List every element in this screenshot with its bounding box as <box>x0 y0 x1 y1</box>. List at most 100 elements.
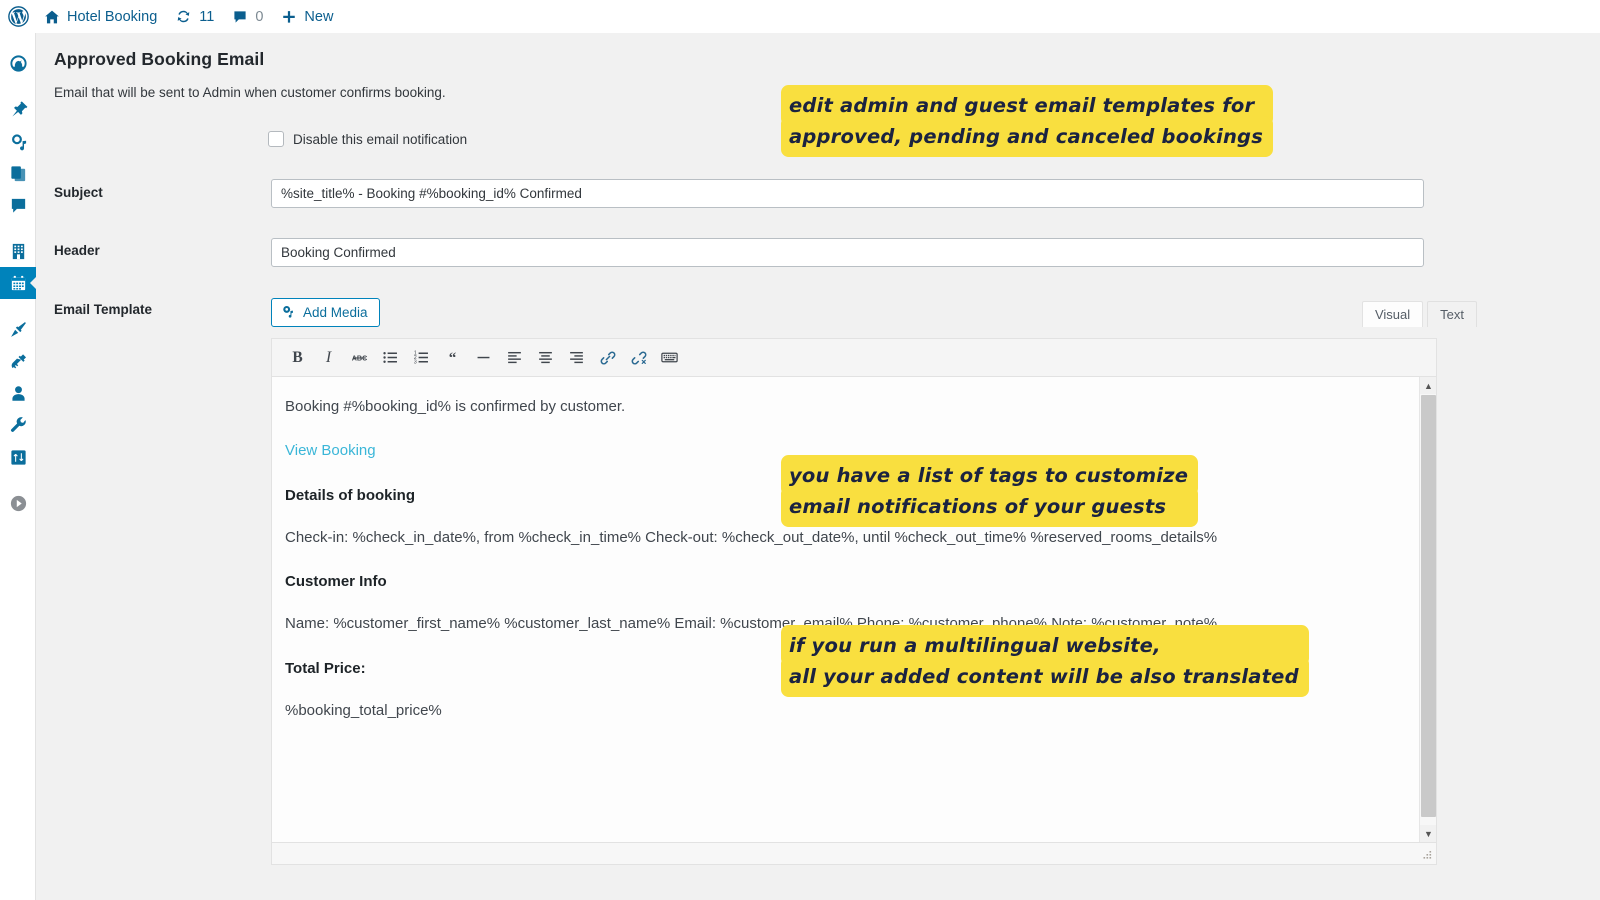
sidebar-item-appearance[interactable] <box>0 313 36 345</box>
menu-spacer-1 <box>0 79 35 93</box>
comments-count: 0 <box>255 8 264 25</box>
editor-scrollbar[interactable]: ▲ ▼ <box>1419 377 1436 842</box>
scroll-down-arrow-icon[interactable]: ▼ <box>1420 825 1436 842</box>
sliders-icon <box>9 448 28 467</box>
wordpress-logo-icon <box>8 6 29 27</box>
add-media-icon <box>281 304 296 322</box>
header-input[interactable] <box>271 238 1424 267</box>
sidebar-item-plugins[interactable] <box>0 345 36 377</box>
admin-sidebar-menu <box>0 33 37 900</box>
brush-icon <box>9 320 28 339</box>
sidebar-item-media[interactable] <box>0 125 36 157</box>
menu-spacer-top <box>0 33 35 47</box>
comments-menu[interactable]: 0 <box>223 0 272 33</box>
sidebar-item-bookings[interactable] <box>0 267 37 299</box>
new-content-label: New <box>304 8 334 25</box>
play-circle-icon <box>9 494 28 513</box>
customer-email-line: Email: %customer_email% <box>674 615 853 633</box>
active-menu-arrow <box>30 276 37 290</box>
pages-icon <box>9 164 28 183</box>
sidebar-item-settings[interactable] <box>0 441 36 473</box>
italic-button[interactable]: I <box>313 343 344 373</box>
add-media-label: Add Media <box>303 305 368 320</box>
updates-menu[interactable]: 11 <box>166 0 223 33</box>
plug-icon <box>9 352 28 371</box>
editor-resize-handle[interactable] <box>1420 849 1433 862</box>
blockquote-button[interactable]: “ <box>437 343 468 373</box>
horizontal-rule-button[interactable] <box>468 343 499 373</box>
sidebar-item-users[interactable] <box>0 377 36 409</box>
site-name-label: Hotel Booking <box>67 8 158 25</box>
editor-toolbar: B I ABC 123 “ <box>271 338 1437 376</box>
customer-note-line: Note: %customer_note% <box>1051 615 1218 633</box>
subject-label: Subject <box>54 185 103 200</box>
email-template-label: Email Template <box>54 302 153 317</box>
building-icon <box>9 242 28 261</box>
reserved-rooms-line: %reserved_rooms_details% <box>1030 528 1218 546</box>
page-description: Email that will be sent to Admin when cu… <box>54 85 446 100</box>
admin-bar: Hotel Booking 11 0 New <box>0 0 1600 33</box>
sidebar-item-accommodation[interactable] <box>0 235 36 267</box>
align-right-button[interactable] <box>561 343 592 373</box>
page-title: Approved Booking Email <box>54 49 265 69</box>
intro-paragraph: Booking #%booking_id% is confirmed by cu… <box>285 398 626 415</box>
header-label: Header <box>54 243 100 258</box>
align-left-button[interactable] <box>499 343 530 373</box>
update-icon <box>175 8 192 25</box>
total-price-value: %booking_total_price% <box>285 701 442 719</box>
new-content-menu[interactable]: New <box>272 0 342 33</box>
check-out-line: Check-out: %check_out_date%, until %chec… <box>645 528 1027 546</box>
strikethrough-button[interactable]: ABC <box>344 343 375 373</box>
numbered-list-button[interactable]: 123 <box>406 343 437 373</box>
site-name-menu[interactable]: Hotel Booking <box>35 0 166 33</box>
customer-phone-line: Phone: %customer_phone% <box>856 615 1048 633</box>
svg-text:ABC: ABC <box>352 355 367 363</box>
menu-spacer-3 <box>0 299 35 313</box>
calendar-icon <box>9 274 28 293</box>
disable-notification-checkbox[interactable] <box>268 131 284 147</box>
check-in-line: Check-in: %check_in_date%, from %check_i… <box>285 528 641 546</box>
align-center-button[interactable] <box>530 343 561 373</box>
bold-button[interactable]: B <box>282 343 313 373</box>
comment-icon <box>9 196 28 215</box>
editor-footer <box>271 843 1437 865</box>
scrollbar-thumb[interactable] <box>1421 395 1436 817</box>
editor-mode-tabs: Visual Text <box>1358 301 1477 327</box>
customer-details-paragraph: Name: %customer_first_name% %customer_la… <box>285 612 1412 635</box>
toolbar-toggle-button[interactable] <box>654 343 685 373</box>
menu-spacer-2 <box>0 221 35 235</box>
main-content: Approved Booking Email Email that will b… <box>36 33 1600 900</box>
details-heading: Details of booking <box>285 486 416 504</box>
comment-bubble-icon <box>232 9 248 25</box>
booking-details-paragraph: Check-in: %check_in_date%, from %check_i… <box>285 526 1412 549</box>
view-booking-link[interactable]: View Booking <box>285 442 376 459</box>
tab-visual[interactable]: Visual <box>1361 301 1424 327</box>
updates-count: 11 <box>199 8 215 25</box>
editor-content-area[interactable]: Booking #%booking_id% is confirmed by cu… <box>271 376 1437 843</box>
tab-text[interactable]: Text <box>1427 301 1477 327</box>
add-media-button[interactable]: Add Media <box>271 298 380 327</box>
wordpress-logo-menu[interactable] <box>0 0 35 33</box>
insert-link-button[interactable] <box>592 343 623 373</box>
sidebar-item-tools[interactable] <box>0 409 36 441</box>
svg-text:3: 3 <box>414 359 417 365</box>
view-booking-paragraph: View Booking <box>285 439 1412 462</box>
home-icon <box>44 9 60 25</box>
email-template-editor: Add Media Visual Text B I ABC 123 “ Book… <box>271 298 1477 865</box>
disable-notification-row: Disable this email notification <box>268 131 467 147</box>
wrench-icon <box>9 416 28 435</box>
subject-input[interactable] <box>271 179 1424 208</box>
pin-icon <box>9 100 28 119</box>
email-body-content: Booking #%booking_id% is confirmed by cu… <box>272 377 1436 722</box>
sidebar-item-pages[interactable] <box>0 157 36 189</box>
sidebar-item-dashboard[interactable] <box>0 47 36 79</box>
sidebar-item-comments[interactable] <box>0 189 36 221</box>
svg-text:“: “ <box>449 349 457 366</box>
bulleted-list-button[interactable] <box>375 343 406 373</box>
scroll-up-arrow-icon[interactable]: ▲ <box>1420 377 1436 394</box>
sidebar-item-collapse-menu[interactable] <box>0 487 36 519</box>
sidebar-item-posts[interactable] <box>0 93 36 125</box>
editor-top-row: Add Media Visual Text <box>271 298 1477 338</box>
remove-link-button[interactable] <box>623 343 654 373</box>
customer-info-heading: Customer Info <box>285 573 387 590</box>
